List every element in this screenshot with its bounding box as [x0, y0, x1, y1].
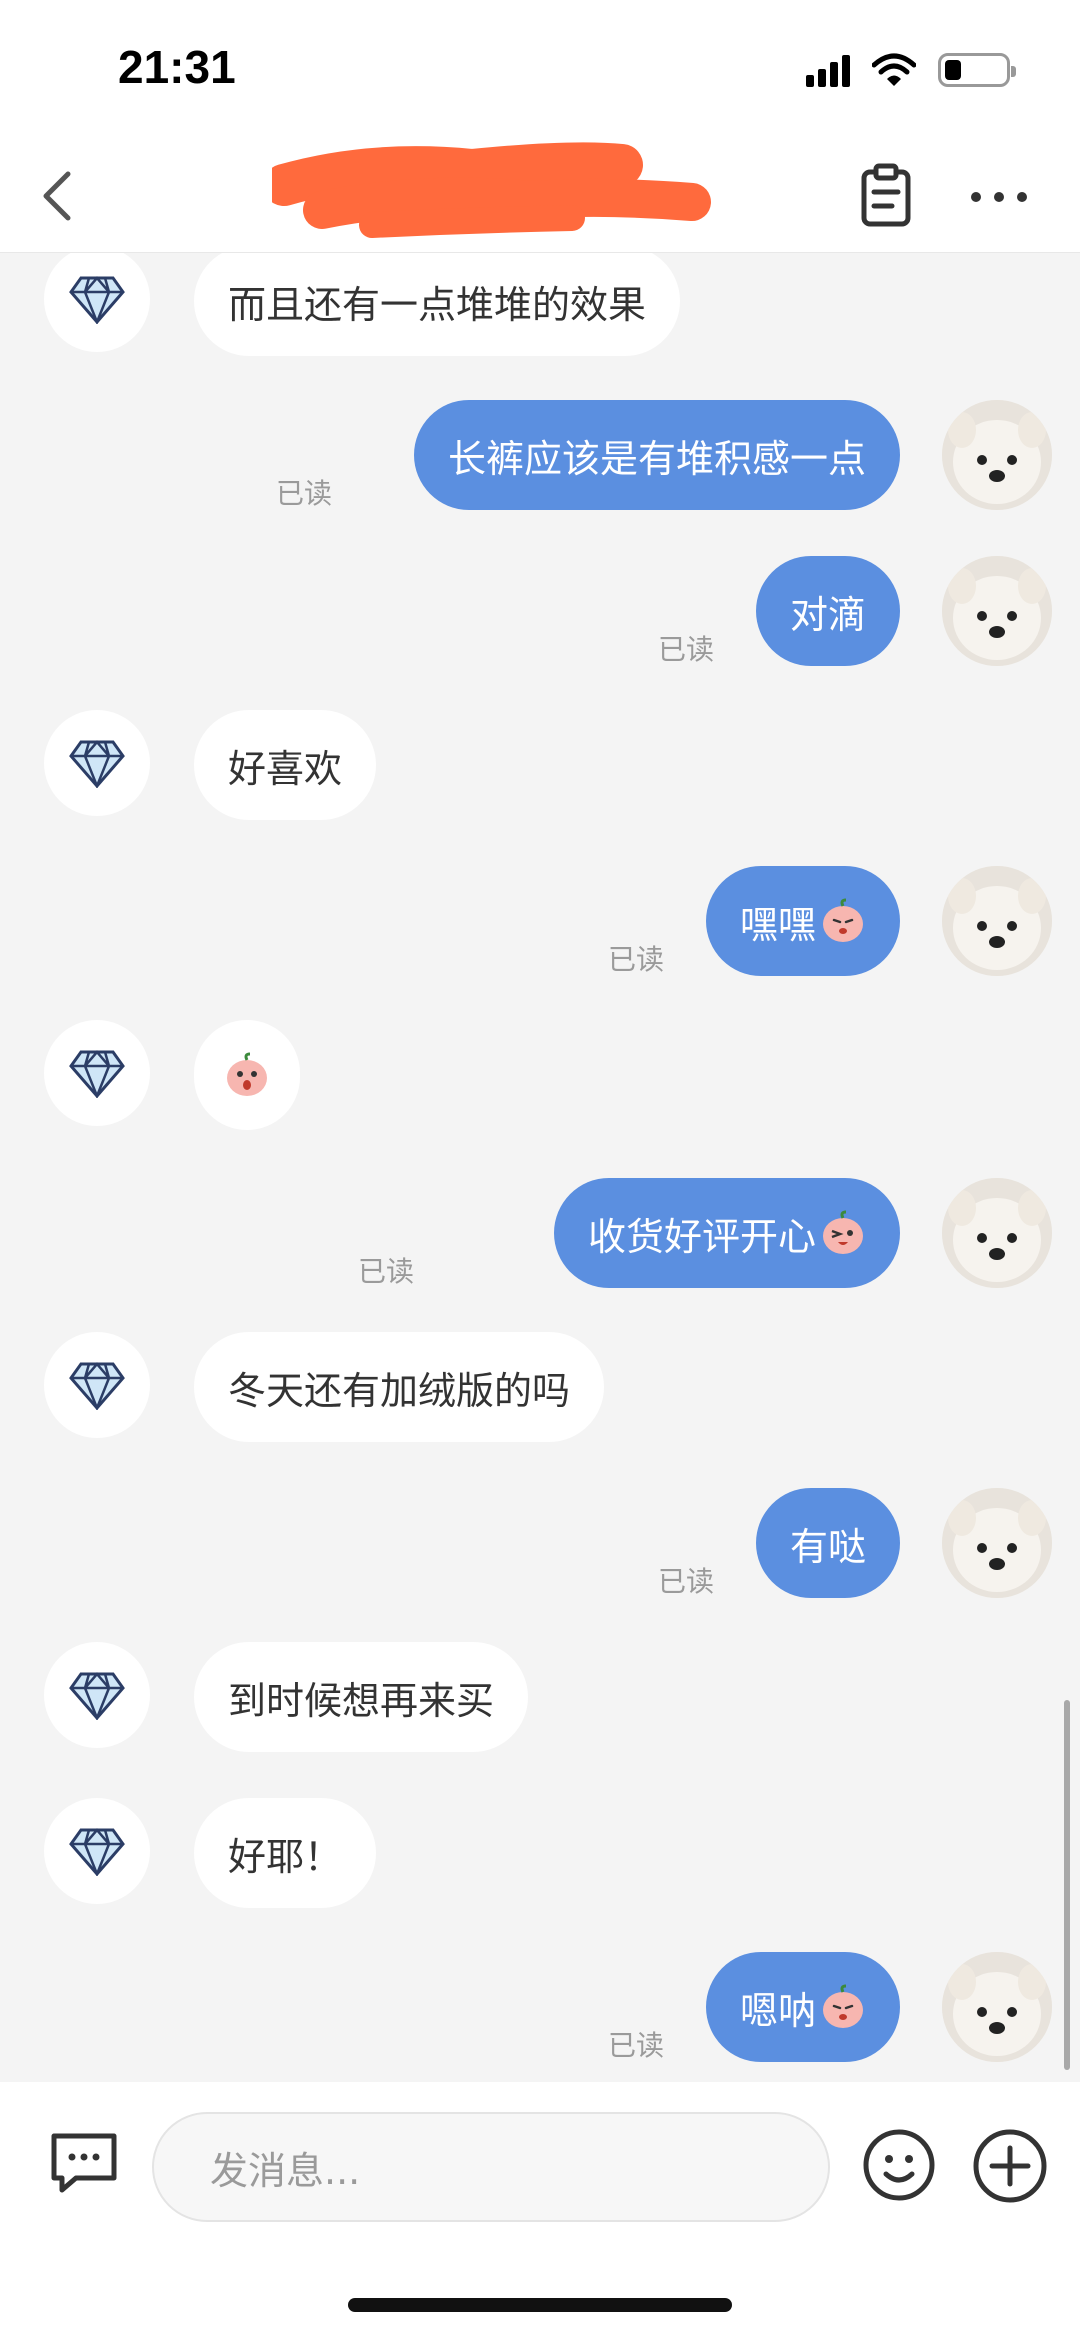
nav-bar: [0, 140, 1080, 252]
diamond-icon[interactable]: [44, 710, 150, 816]
message-row: 好耶！: [0, 1798, 1080, 1908]
clipboard-icon[interactable]: [856, 162, 916, 230]
message-row: 已读 对滴: [0, 556, 1080, 666]
message-row: 已读 嗯呐: [0, 1952, 1080, 2062]
peach-shy-emoji: [823, 898, 863, 942]
message-row: 已读 长裤应该是有堆积感一点: [0, 400, 1080, 510]
avatar[interactable]: [942, 556, 1052, 666]
diamond-icon[interactable]: [44, 1332, 150, 1438]
avatar[interactable]: [942, 400, 1052, 510]
status-time: 21:31: [118, 41, 236, 93]
message-bubble[interactable]: 好喜欢: [194, 710, 377, 820]
read-status: 已读: [607, 2029, 664, 2062]
message-row: 而且还有一点堆堆的效果: [0, 252, 1080, 356]
read-status: 已读: [357, 1255, 414, 1288]
message-bubble[interactable]: 而且还有一点堆堆的效果: [194, 252, 681, 356]
message-row: 冬天还有加绒版的吗: [0, 1332, 1080, 1442]
message-bubble[interactable]: 有哒: [755, 1488, 900, 1598]
peach-surprised-emoji: [227, 1052, 267, 1096]
message-bubble[interactable]: [194, 1020, 300, 1130]
signal-icon: [806, 53, 850, 87]
chat-bubble-icon[interactable]: [48, 2130, 120, 2196]
diamond-icon[interactable]: [44, 1642, 150, 1748]
read-status: 已读: [607, 943, 664, 976]
scrollbar[interactable]: [1064, 1700, 1070, 2070]
battery-icon: [938, 53, 1016, 87]
message-text: 嗯呐: [739, 1988, 816, 2033]
home-indicator[interactable]: [348, 2298, 732, 2312]
redaction-scribble: [272, 142, 711, 238]
wifi-icon: [872, 53, 916, 86]
read-status: 已读: [657, 633, 714, 666]
message-text: 收货好评开心: [587, 1214, 816, 1259]
message-row: 到时候想再来买: [0, 1642, 1080, 1752]
plus-circle-icon[interactable]: [972, 2128, 1048, 2204]
message-row: 已读 有哒: [0, 1488, 1080, 1598]
message-bubble[interactable]: 嘿嘿: [705, 866, 900, 976]
diamond-icon[interactable]: [44, 252, 150, 352]
message-bubble[interactable]: 到时候想再来买: [194, 1642, 529, 1752]
message-row: [0, 1020, 1080, 1130]
message-text: 嘿嘿: [739, 902, 816, 947]
avatar[interactable]: [942, 866, 1052, 976]
message-bubble[interactable]: 好耶！: [194, 1798, 377, 1908]
diamond-icon[interactable]: [44, 1020, 150, 1126]
message-bubble[interactable]: 冬天还有加绒版的吗: [194, 1332, 605, 1442]
chat-message-list[interactable]: 而且还有一点堆堆的效果 已读 长裤应该是有堆积感一点 已读 对滴 好喜欢 已读 …: [0, 252, 1080, 2082]
message-bubble[interactable]: 长裤应该是有堆积感一点: [413, 400, 900, 510]
read-status: 已读: [657, 1565, 714, 1598]
message-input[interactable]: 发消息...: [152, 2112, 830, 2222]
peach-shy-emoji: [823, 1984, 863, 2028]
status-bar: 21:31: [0, 0, 1080, 140]
avatar[interactable]: [942, 1488, 1052, 1598]
peach-wink-emoji: [823, 1210, 863, 1254]
message-row: 已读 嘿嘿: [0, 866, 1080, 976]
chevron-left-icon[interactable]: [28, 160, 88, 230]
avatar[interactable]: [942, 1178, 1052, 1288]
message-bubble[interactable]: 嗯呐: [705, 1952, 900, 2062]
message-bubble[interactable]: 对滴: [755, 556, 900, 666]
message-bubble[interactable]: 收货好评开心: [553, 1178, 900, 1288]
smiley-icon[interactable]: [862, 2128, 936, 2202]
avatar[interactable]: [942, 1952, 1052, 2062]
read-status: 已读: [275, 477, 332, 510]
more-dots-icon[interactable]: [966, 174, 1032, 220]
diamond-icon[interactable]: [44, 1798, 150, 1904]
message-row: 已读 收货好评开心: [0, 1178, 1080, 1288]
status-icons: [806, 50, 1016, 90]
message-row: 好喜欢: [0, 710, 1080, 820]
